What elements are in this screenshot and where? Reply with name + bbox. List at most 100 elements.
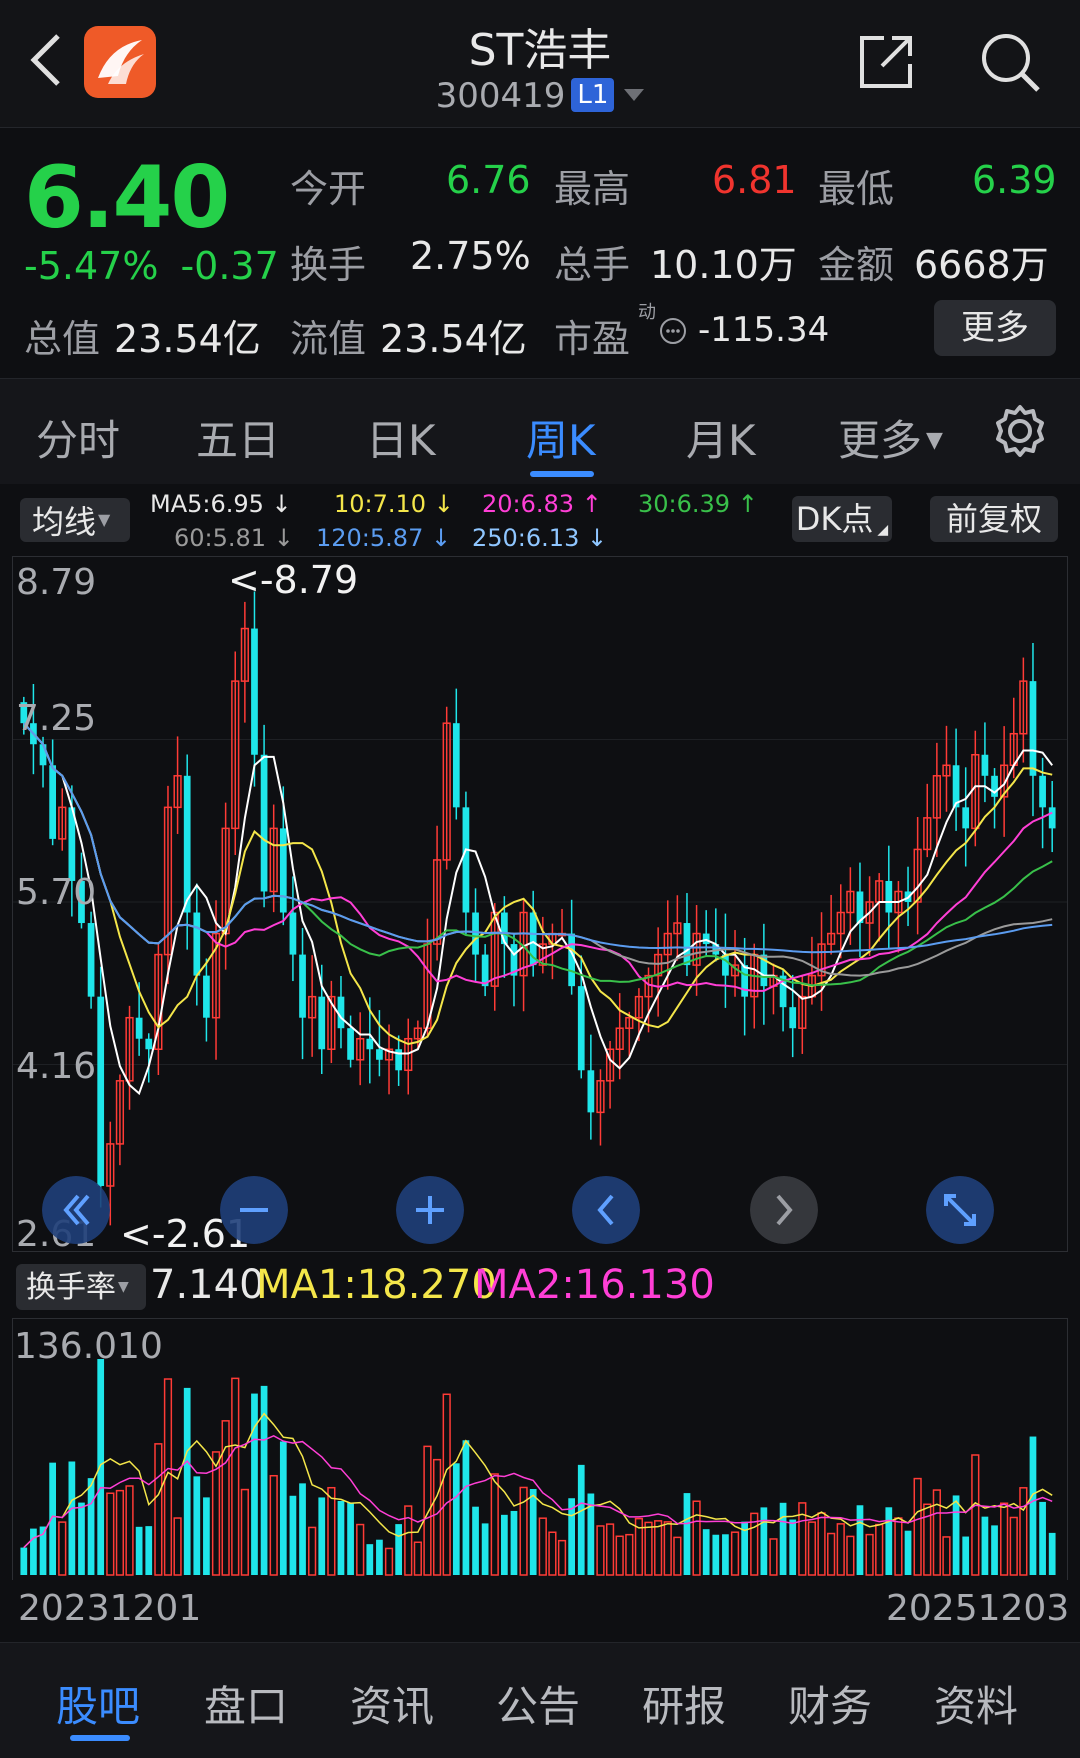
- turnover-bar: [577, 1464, 585, 1575]
- float-value: 23.54亿: [380, 317, 527, 361]
- turnover-bar: [251, 1393, 258, 1575]
- turnover-bar: [203, 1497, 210, 1575]
- turnover-bar: [971, 1454, 980, 1576]
- candle-body: [193, 912, 201, 976]
- scroll-left-button[interactable]: [572, 1176, 640, 1244]
- scroll-right-button[interactable]: [750, 1176, 818, 1244]
- tab-daily-k[interactable]: 日K: [366, 407, 436, 468]
- stock-page: ST浩丰 300419 L1 6.40 -5.47% -0.37 今开 6.76 最…: [0, 0, 1080, 1758]
- turnover-bar: [807, 1521, 817, 1576]
- stock-code-line[interactable]: 300419 L1: [340, 76, 740, 116]
- turnover-indicator-button[interactable]: 换手率 ▼: [16, 1264, 146, 1310]
- logo-icon: [98, 40, 144, 84]
- level-badge: L1: [571, 78, 615, 112]
- tab-intraday[interactable]: 分时: [36, 407, 120, 468]
- turnover-bar: [279, 1441, 287, 1575]
- pe-label: 市盈: [554, 317, 631, 361]
- turnover-bar: [356, 1523, 365, 1576]
- turnover-bar: [894, 1517, 903, 1576]
- turnover-bar: [760, 1507, 768, 1575]
- volume-value: 10.10万: [650, 243, 797, 287]
- corner-arrow-icon: ◢: [877, 522, 889, 538]
- indicator-type-button[interactable]: 均线 ▼: [20, 498, 130, 542]
- caret-down-icon: ▼: [98, 510, 111, 529]
- turnover-ma2-line: [23, 1434, 1053, 1549]
- tab-monthly-k[interactable]: 月K: [686, 407, 756, 468]
- open-value: 6.76: [446, 158, 531, 202]
- turnover-bar: [510, 1510, 518, 1575]
- ma10-value: 10:7.10 ↓: [334, 490, 454, 518]
- back-icon[interactable]: [24, 28, 68, 92]
- zoom-in-button[interactable]: [396, 1176, 464, 1244]
- turnover-bar: [173, 1517, 182, 1576]
- nav-announcements[interactable]: 公告: [496, 1673, 580, 1734]
- turnover-bar: [615, 1535, 624, 1576]
- tab-weekly-k[interactable]: 周K: [526, 407, 596, 468]
- low-value: 6.39: [972, 158, 1057, 202]
- active-nav-indicator: [70, 1735, 130, 1741]
- candle-body: [1029, 681, 1037, 776]
- candle-body: [289, 912, 297, 955]
- caret-down-icon: ▼: [118, 1279, 129, 1295]
- turnover-bar: [452, 1463, 460, 1575]
- turnover-bar: [730, 1531, 740, 1576]
- turnover-bar: [145, 1526, 153, 1575]
- candle-body: [299, 954, 306, 1018]
- turnover-bar: [856, 1505, 864, 1575]
- candle-body: [789, 1007, 797, 1029]
- turnover-bar: [423, 1445, 432, 1576]
- turnover-bar: [299, 1483, 306, 1575]
- more-quote-button[interactable]: 更多: [934, 300, 1056, 356]
- gear-icon[interactable]: [992, 403, 1048, 459]
- dk-point-button[interactable]: DK点 ◢: [792, 496, 892, 542]
- candle-body: [452, 723, 460, 808]
- ma5-value: MA5:6.95 ↓: [150, 490, 292, 518]
- tab-five-day[interactable]: 五日: [196, 407, 280, 468]
- search-icon[interactable]: [978, 30, 1042, 94]
- share-icon[interactable]: [854, 30, 918, 94]
- candle-body: [279, 828, 287, 913]
- fullscreen-button[interactable]: [926, 1176, 994, 1244]
- turnover-ma1: MA1:18.270: [256, 1262, 497, 1308]
- nav-profile[interactable]: 资料: [934, 1673, 1018, 1734]
- turnover-bar: [538, 1517, 547, 1576]
- pe-dynamic-mark: 动: [638, 302, 656, 323]
- turnover-bar: [231, 1377, 240, 1576]
- nav-forum[interactable]: 股吧: [56, 1673, 140, 1734]
- turnover-bar: [404, 1505, 413, 1576]
- turnover-bar: [1000, 1502, 1009, 1576]
- turnover-bar: [769, 1538, 778, 1576]
- ma60-value: 60:5.81 ↓: [174, 524, 294, 552]
- nav-financials[interactable]: 财务: [788, 1673, 872, 1734]
- turnover-bar: [529, 1489, 537, 1575]
- info-icon[interactable]: [658, 316, 688, 346]
- bottom-nav: 股吧 盘口 资讯 公告 研报 财务 资料: [0, 1642, 1080, 1758]
- nav-news[interactable]: 资讯: [350, 1673, 434, 1734]
- turnover-bar: [663, 1521, 672, 1576]
- nav-orderbook[interactable]: 盘口: [204, 1673, 288, 1734]
- turnover-bar: [865, 1533, 874, 1576]
- date-start: 20231201: [18, 1588, 202, 1629]
- candle-body: [318, 996, 326, 1050]
- turnover-bar: [712, 1534, 720, 1575]
- turnover-bar: [58, 1521, 67, 1576]
- turnover-bar: [376, 1539, 383, 1575]
- y-tick-3: 5.70: [16, 872, 97, 913]
- app-logo[interactable]: [84, 26, 156, 98]
- turnover-bar: [106, 1492, 115, 1576]
- rewind-button[interactable]: [42, 1176, 110, 1244]
- turnover-bar: [481, 1523, 489, 1575]
- turnover-current: 7.140: [150, 1262, 265, 1308]
- candle-body: [260, 754, 268, 892]
- candle-body: [472, 912, 479, 955]
- kline-chart[interactable]: [12, 556, 1068, 1252]
- turnover-label: 换手: [290, 243, 367, 287]
- zoom-out-button[interactable]: [220, 1176, 288, 1244]
- low-label: 最低: [818, 167, 895, 211]
- turnover-chart[interactable]: [12, 1318, 1068, 1580]
- date-end: 20251203: [886, 1588, 1070, 1629]
- adjust-button[interactable]: 前复权: [930, 496, 1058, 542]
- nav-research[interactable]: 研报: [642, 1673, 726, 1734]
- pe-value: -115.34: [698, 310, 830, 350]
- tab-more[interactable]: 更多 ▼: [838, 407, 943, 468]
